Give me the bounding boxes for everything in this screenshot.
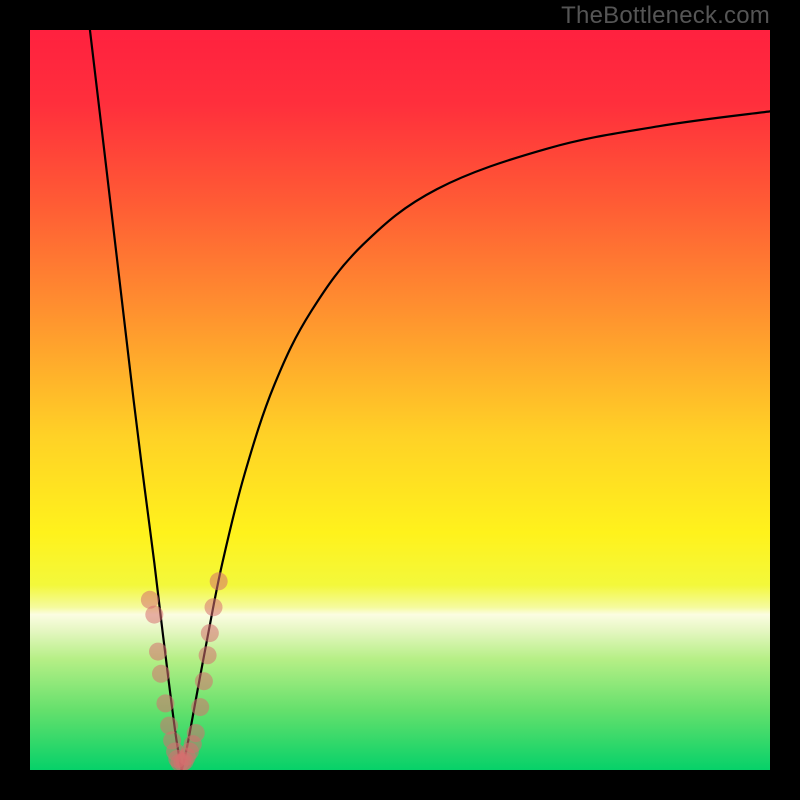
data-point — [160, 717, 178, 735]
data-point — [210, 572, 228, 590]
data-point — [145, 606, 163, 624]
curve-right-branch — [182, 111, 770, 770]
plot-area — [30, 30, 770, 770]
curve-layer — [30, 30, 770, 770]
data-point — [195, 672, 213, 690]
data-point — [191, 698, 209, 716]
chart-frame: TheBottleneck.com — [0, 0, 800, 800]
data-point — [201, 624, 219, 642]
watermark-label: TheBottleneck.com — [561, 2, 770, 30]
data-point — [149, 643, 167, 661]
curve-left-branch — [90, 30, 182, 770]
data-point — [187, 724, 205, 742]
data-point — [205, 598, 223, 616]
data-point — [156, 694, 174, 712]
data-point — [152, 665, 170, 683]
data-point — [199, 646, 217, 664]
